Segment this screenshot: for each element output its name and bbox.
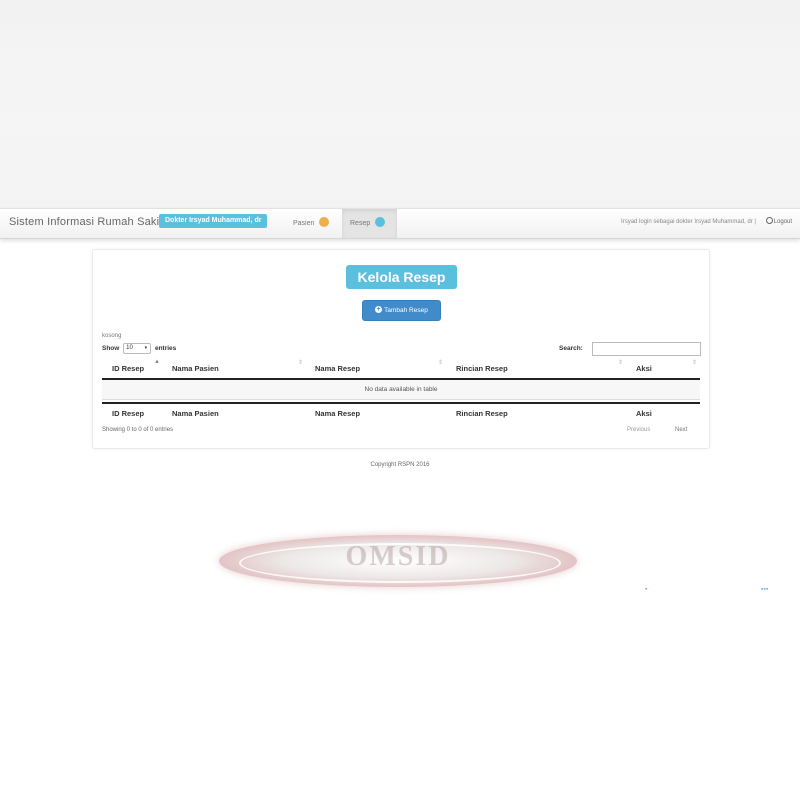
- page-top-background: [0, 0, 800, 208]
- search-input[interactable]: [592, 342, 701, 356]
- watermark-text: OMSID: [345, 541, 451, 572]
- brand-title[interactable]: Sistem Informasi Rumah Sakit: [9, 216, 163, 228]
- logout-label: Logout: [773, 219, 792, 226]
- add-resep-label: Tambah Resep: [384, 307, 428, 314]
- login-info: Irsyad login sebagai dokter Irsyad Muham…: [621, 219, 756, 225]
- foot-nama-pasien: Nama Pasien: [172, 409, 219, 418]
- table-info: Showing 0 to 0 of 0 entries: [102, 427, 174, 433]
- resep-table: ID Resep ▲ Nama Pasien ⇕ Nama Resep ⇕ Ri…: [102, 359, 700, 423]
- table-header: ID Resep ▲ Nama Pasien ⇕ Nama Resep ⇕ Ri…: [102, 359, 700, 380]
- corner-mark-icon: ▪▪▪: [761, 586, 769, 593]
- search-label: Search:: [559, 345, 583, 352]
- tab-pasien[interactable]: Pasien: [287, 209, 335, 238]
- corner-mark-icon: ▪: [645, 586, 648, 593]
- sort-asc-icon: ▲: [154, 359, 160, 365]
- watermark-logo: OMSID: [219, 535, 577, 587]
- next-button[interactable]: Next: [675, 427, 687, 433]
- col-rincian-resep[interactable]: Rincian Resep: [456, 359, 508, 378]
- caret-down-icon: ▾: [144, 345, 148, 351]
- sort-icon: ⇕: [298, 360, 304, 366]
- entries-label: entries: [154, 345, 177, 353]
- show-entries: Show 10 ▾ entries: [102, 343, 176, 354]
- col-nama-resep[interactable]: Nama Resep: [315, 359, 360, 378]
- entries-length-select[interactable]: 10 ▾: [123, 343, 152, 354]
- foot-rincian-resep: Rincian Resep: [456, 409, 508, 418]
- sort-icon: ⇕: [618, 360, 624, 366]
- previous-button[interactable]: Previous: [627, 427, 650, 433]
- add-resep-button[interactable]: + Tambah Resep: [362, 300, 441, 321]
- col-id-resep[interactable]: ID Resep: [112, 359, 144, 378]
- sort-icon: ⇕: [438, 360, 444, 366]
- navbar: Sistem Informasi Rumah Sakit Dokter Irsy…: [0, 208, 800, 239]
- footer-copyright: Copyright RSPN 2016: [370, 462, 430, 468]
- power-icon: [765, 217, 773, 224]
- plus-icon: +: [375, 305, 383, 313]
- show-label: Show: [102, 345, 120, 353]
- page-title: Kelola Resep: [346, 265, 457, 289]
- tab-resep-label: Resep: [350, 220, 371, 227]
- foot-id-resep: ID Resep: [112, 409, 145, 418]
- user-badge: Dokter Irsyad Muhammad, dr: [159, 214, 268, 228]
- col-aksi[interactable]: Aksi: [636, 359, 652, 378]
- tab-pasien-label: Pasien: [293, 220, 315, 227]
- table-empty-row: No data available in table: [102, 380, 700, 400]
- foot-nama-resep: Nama Resep: [315, 409, 361, 418]
- pasien-badge-icon: [319, 217, 330, 228]
- foot-aksi: Aksi: [636, 409, 652, 418]
- col-nama-pasien[interactable]: Nama Pasien: [172, 359, 219, 378]
- resep-badge-icon: [375, 217, 386, 228]
- table-footer: ID Resep Nama Pasien Nama Resep Rincian …: [102, 402, 700, 423]
- logout-link[interactable]: Logout: [765, 217, 792, 226]
- content-panel: Kelola Resep + Tambah Resep kosong Show 1…: [92, 249, 710, 449]
- tab-resep[interactable]: Resep: [342, 209, 397, 238]
- sort-icon: ⇕: [692, 360, 698, 366]
- entries-length-value: 10: [126, 345, 133, 351]
- empty-label: kosong: [102, 333, 122, 339]
